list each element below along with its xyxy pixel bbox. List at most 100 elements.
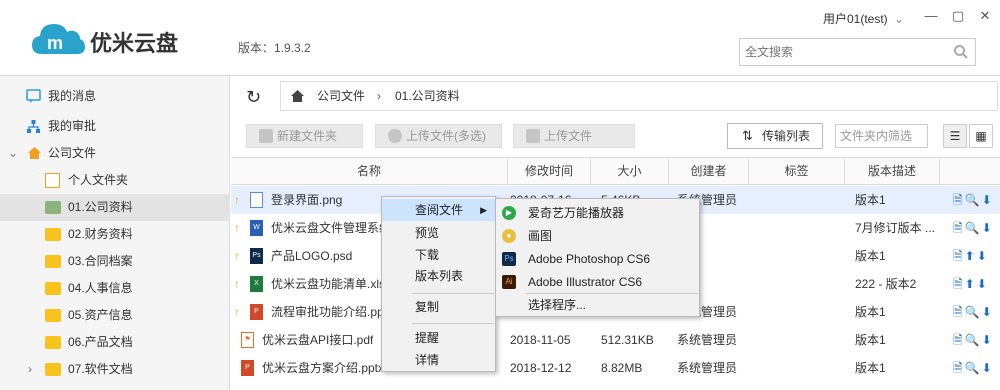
menu-item-view-file[interactable]: 查阅文件 ▶ (382, 199, 495, 221)
table-row[interactable]: P 优米云盘方案介绍.pptx 2018-12-12 8.82MB 系统管理员 … (231, 354, 1000, 382)
row-actions[interactable]: 🗎🔍⬇ (953, 354, 994, 382)
chevron-down-icon[interactable]: ⌄ (8, 140, 18, 167)
chevron-down-icon: ⌄ (894, 12, 905, 26)
sidebar-item-contracts[interactable]: 03.合同档案 (0, 248, 230, 275)
svg-text:m: m (47, 33, 63, 53)
sidebar-item-label: 个人文件夹 (68, 173, 129, 187)
folder-icon (45, 363, 61, 376)
file-name: 优米云盘文件管理系统 (271, 221, 392, 235)
iqiyi-player-icon: ▶ (502, 206, 516, 220)
refresh-icon[interactable]: ↻ (246, 87, 261, 108)
submenu-item-photoshop[interactable]: Ps Adobe Photoshop CS6 (496, 248, 699, 271)
menu-item-copy[interactable]: 复制 (382, 296, 495, 318)
submenu-item-label: Adobe Photoshop CS6 (528, 252, 651, 266)
row-actions[interactable]: 🗎🔍⬇ (953, 326, 994, 354)
new-folder-icon (259, 129, 273, 143)
submenu-item-label: 爱奇艺万能播放器 (528, 206, 625, 220)
file-version: 版本1 (855, 249, 886, 263)
sidebar-item-label: 我的消息 (48, 89, 97, 103)
sidebar-item-company-files[interactable]: ⌄ 公司文件 (0, 140, 230, 167)
upload-button[interactable]: 上传文件 (513, 124, 635, 148)
filter-input[interactable]: 文件夹内筛选 (835, 124, 928, 148)
sidebar-item-label: 01.公司资料 (68, 200, 133, 214)
submenu-item-paint[interactable]: ● 画图 (496, 225, 699, 248)
sidebar-item-personal-folder[interactable]: 个人文件夹 (0, 167, 230, 194)
minimize-button[interactable]: — (921, 6, 941, 26)
row-actions[interactable]: 🗎⬆⬇ (953, 242, 989, 270)
sidebar-item-label: 07.软件文档 (68, 362, 133, 376)
upload-arrow-icon: ↑ (234, 249, 240, 263)
transfer-arrows-icon: ⇅ (742, 128, 753, 143)
menu-item-details[interactable]: 详情 (382, 349, 495, 371)
file-name: 优米云盘功能清单.xls (271, 277, 386, 291)
file-modified: 2018-12-12 (510, 361, 572, 375)
file-creator: 系统管理员 (677, 333, 738, 347)
sidebar-item-label: 05.资产信息 (68, 308, 133, 322)
folder-icon (45, 282, 61, 295)
upload-icon (526, 129, 540, 143)
menu-item-remind[interactable]: 提醒 (382, 327, 495, 349)
new-folder-button[interactable]: 新建文件夹 (246, 124, 363, 148)
file-version: 版本1 (855, 193, 886, 207)
app-name: 优米云盘 (90, 31, 179, 56)
search-input[interactable]: 全文搜索 (739, 38, 976, 66)
menu-item-version-list[interactable]: 版本列表 (382, 265, 495, 287)
pdf-file-icon: ⚑ (241, 332, 254, 348)
row-actions[interactable]: 🗎🔍⬇ (953, 186, 994, 214)
close-button[interactable]: ✕ (975, 6, 995, 26)
column-name[interactable]: 名称 (231, 158, 508, 185)
illustrator-icon: Ai (502, 275, 516, 289)
table-row[interactable]: ⚑ 优米云盘API接口.pdf 2018-11-05 512.31KB 系统管理… (231, 326, 1000, 354)
sidebar-item-finance[interactable]: 02.财务资料 (0, 221, 230, 248)
sidebar-item-assets[interactable]: 05.资产信息 (0, 302, 230, 329)
table-header: 名称 修改时间 大小 创建者 标签 版本描述 (231, 157, 1000, 185)
submenu-item-illustrator[interactable]: Ai Adobe Illustrator CS6 (496, 271, 699, 294)
row-actions[interactable]: 🗎🔍⬇ (953, 214, 994, 242)
sidebar-item-company-data[interactable]: 01.公司资料 (0, 194, 230, 221)
breadcrumb: 公司文件 › 01.公司资料 (280, 81, 998, 111)
upload-arrow-icon: ↑ (234, 193, 240, 207)
column-version[interactable]: 版本描述 (845, 158, 940, 185)
search-icon[interactable] (953, 44, 969, 60)
file-version: 版本1 (855, 361, 886, 375)
transfer-list-button[interactable]: ⇅ 传输列表 (727, 123, 823, 149)
breadcrumb-root[interactable]: 公司文件 (317, 82, 365, 110)
user-menu[interactable]: 用户01(test) ⌄ (823, 10, 904, 27)
list-view-icon[interactable]: ☰ (943, 124, 967, 148)
photoshop-icon: Ps (502, 252, 516, 266)
menu-item-preview[interactable]: 预览 (382, 222, 495, 244)
sidebar-item-software-docs[interactable]: › 07.软件文档 (0, 356, 230, 383)
upload-arrow-icon: ↑ (234, 305, 240, 319)
sidebar-item-hr[interactable]: 04.人事信息 (0, 275, 230, 302)
home-icon[interactable] (290, 89, 305, 103)
grid-view-icon[interactable]: ▦ (969, 124, 993, 148)
user-folder-icon (45, 173, 60, 188)
context-menu: 查阅文件 ▶ 预览 下载 版本列表 复制 提醒 详情 (381, 196, 496, 372)
open-with-submenu: ▶ 爱奇艺万能播放器 ● 画图 Ps Adobe Photoshop CS6 A… (495, 198, 700, 317)
menu-divider (412, 293, 494, 294)
column-creator[interactable]: 创建者 (669, 158, 749, 185)
sidebar-item-product-docs[interactable]: 06.产品文档 (0, 329, 230, 356)
sidebar-item-label: 03.合同档案 (68, 254, 133, 268)
breadcrumb-current[interactable]: 01.公司资料 (395, 82, 460, 110)
sidebar-item-approvals[interactable]: 我的审批 (0, 113, 230, 140)
chevron-right-icon[interactable]: › (28, 356, 32, 383)
maximize-button[interactable]: ▢ (948, 6, 968, 26)
upload-multi-button[interactable]: 上传文件(多选) (375, 124, 502, 148)
file-version: 7月修订版本 ... (855, 221, 936, 235)
row-actions[interactable]: 🗎🔍⬇ (953, 298, 994, 326)
column-size[interactable]: 大小 (591, 158, 669, 185)
message-icon (26, 89, 41, 103)
submenu-item-choose-program[interactable]: 选择程序... (496, 294, 699, 317)
column-tag[interactable]: 标签 (749, 158, 845, 185)
submenu-item-iqiyi-player[interactable]: ▶ 爱奇艺万能播放器 (496, 202, 699, 225)
folder-icon (45, 255, 61, 268)
row-actions[interactable]: 🗎⬆⬇ (953, 270, 989, 298)
upload-arrow-icon: ↑ (234, 277, 240, 291)
search-placeholder: 全文搜索 (745, 45, 794, 59)
column-modified[interactable]: 修改时间 (508, 158, 591, 185)
sidebar-item-messages[interactable]: 我的消息 (0, 83, 230, 110)
submenu-item-label: Adobe Illustrator CS6 (528, 275, 643, 289)
menu-item-download[interactable]: 下载 (382, 244, 495, 266)
file-version: 版本1 (855, 333, 886, 347)
